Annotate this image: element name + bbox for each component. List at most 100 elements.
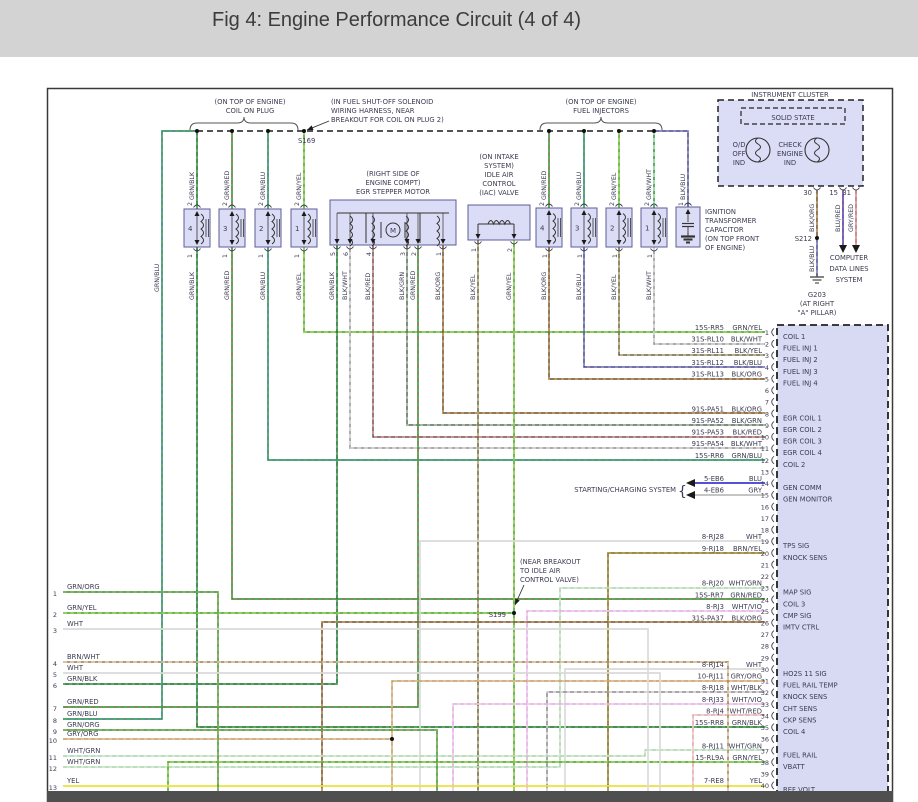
wire-color-label: GRY/RED: [848, 204, 855, 232]
wire-color-label: GRN/BLU: [576, 171, 583, 200]
circuit-id: 15S-RR7: [695, 591, 724, 599]
pcm-function-label: COIL 2: [783, 461, 805, 469]
pcm-pin-6: 6: [765, 387, 769, 395]
ignition-coil-number: 4: [188, 225, 193, 233]
wire-color-label: BLK/BLU: [576, 273, 583, 300]
pcm-function-label: KNOCK SENS: [783, 693, 827, 701]
pcm-pin-4: 4: [765, 364, 769, 372]
left-wire-color: GRN/ORG: [67, 721, 100, 729]
annotation-text: IGNITION: [705, 208, 736, 216]
pcm-pin-5: 5: [765, 375, 769, 383]
wire-color: GRN/BLK: [732, 719, 763, 727]
left-wire-color: WHT/GRN: [67, 758, 100, 766]
fuel-injector-number: 2: [610, 225, 614, 233]
annotation-text: FUEL INJECTORS: [573, 107, 629, 115]
left-pin-12: 12: [49, 765, 57, 773]
wire-color-label: 1: [294, 254, 301, 258]
splice-dot: [230, 129, 234, 133]
annotation-text: CONTROL VALVE): [520, 576, 579, 584]
circuit-id: 31S-RL11: [691, 347, 724, 355]
wire-color-label: GRN/RED: [410, 271, 417, 300]
pcm-pin-7: 7: [765, 399, 769, 407]
wire-color: BLK/GRN: [732, 417, 762, 425]
wire-color: WHT/VIO: [732, 696, 762, 704]
annotation-text: COMPUTER: [830, 254, 868, 262]
wire-color: BLK/WHT: [731, 336, 763, 344]
annotation-text: (ON TOP FRONT: [705, 235, 760, 243]
left-wire-color: GRN/BLK: [67, 675, 98, 683]
wire-color: GRN/YEL: [732, 754, 762, 762]
wire-color-label: GRN/YEL: [611, 172, 618, 200]
wire-color: BLU: [749, 475, 762, 483]
ignition-coil-number: 3: [223, 225, 227, 233]
fuel-injector-number: 3: [575, 225, 579, 233]
wire-color: GRN/RED: [730, 591, 762, 599]
pcm-function-label: EGR COIL 4: [783, 449, 822, 457]
wire-color: YEL: [749, 777, 762, 785]
wire-color-label: 2: [539, 202, 546, 206]
wire-color: WHT/RED: [729, 707, 762, 715]
pcm-function-label: FUEL INJ 3: [783, 368, 818, 376]
wire-color-label: 4: [366, 252, 373, 256]
splice-dot: [815, 236, 819, 240]
wire-color-label: 1: [222, 254, 229, 258]
app-window: Fig 4: Engine Performance Circuit (4 of …: [0, 0, 918, 802]
pcm-function-label: COIL 3: [783, 600, 805, 608]
circuit-id: 15-RL9A: [695, 754, 724, 762]
wire-color-label: GRN/BLU: [154, 263, 161, 292]
left-wire-color: GRN/RED: [67, 698, 99, 706]
wire-color: WHT: [746, 533, 763, 541]
circuit-id: 7-RE8: [704, 777, 724, 785]
fuel-injector-number: 4: [540, 225, 545, 233]
wire-color-label: 1: [612, 254, 619, 258]
wire-color-label: GRN/RED: [224, 171, 231, 200]
annotation-text: 30: [803, 189, 812, 197]
wire-color-label: 1: [258, 254, 265, 258]
annotation-text: O/D: [733, 141, 746, 149]
wire-color: BLK/YEL: [735, 347, 763, 355]
circuit-id: 8-RJ4: [706, 707, 724, 715]
left-pin-10: 10: [49, 737, 57, 745]
circuit-id: 31S-RL10: [691, 336, 724, 344]
annotation-text: 15: [829, 189, 838, 197]
wire-color-label: 2: [507, 248, 514, 252]
annotation-text: SYSTEM: [835, 276, 862, 284]
left-pin-1: 1: [53, 590, 57, 598]
splice-dot: [582, 129, 586, 133]
wire-color-label: GRN/YEL: [296, 272, 303, 300]
circuit-id: 31S-RL13: [691, 370, 724, 378]
wire-color-label: 2: [222, 202, 229, 206]
annotation-text: EGR STEPPER MOTOR: [356, 188, 430, 196]
pcm-function-label: HO2S 11 SIG: [783, 670, 827, 678]
wire-color-label: GRN/YEL: [506, 272, 513, 300]
wire-color-label: 2: [294, 202, 301, 206]
wire-color-label: GRN/BLK: [189, 271, 196, 300]
pcm-function-label: CMP SIG: [783, 612, 811, 620]
left-pin-4: 4: [53, 660, 57, 668]
pcm-function-label: IMTV CTRL: [783, 624, 819, 632]
annotation-text: G203: [808, 291, 826, 299]
left-wire-color: YEL: [66, 777, 79, 785]
pcm-function-label: FUEL RAIL TEMP: [783, 682, 838, 690]
circuit-id: 8-RJ14: [702, 661, 724, 669]
wire-color-label: 1: [471, 248, 478, 252]
wire-color-label: BLU/RED: [835, 204, 842, 232]
splice-dot: [195, 129, 199, 133]
pcm-pin-2: 2: [765, 341, 769, 349]
wire-color: WHT/VIO: [732, 603, 762, 611]
wire-color-label: 1: [542, 254, 549, 258]
pcm-pin-28: 28: [761, 643, 769, 651]
wire-color-label: 1: [436, 252, 443, 256]
circuit-id: 9-RJ18: [702, 545, 724, 553]
left-wire-color: GRN/YEL: [67, 604, 97, 612]
pcm-function-label: FUEL RAIL: [783, 751, 817, 759]
annotation-text: 31: [842, 189, 851, 197]
pcm-function-label: EGR COIL 3: [783, 438, 822, 446]
annotation-text: OF ENGINE): [705, 244, 745, 252]
annotation-text: (IAC) VALVE: [479, 189, 519, 197]
pcm-function-label: FUEL INJ 2: [783, 356, 818, 364]
wire-color-label: 2: [187, 202, 194, 206]
annotation-text: COIL ON PLUG: [226, 107, 274, 115]
circuit-id: 91S-PA51: [692, 405, 724, 413]
wire-color-label: GRN/BLU: [260, 271, 267, 300]
